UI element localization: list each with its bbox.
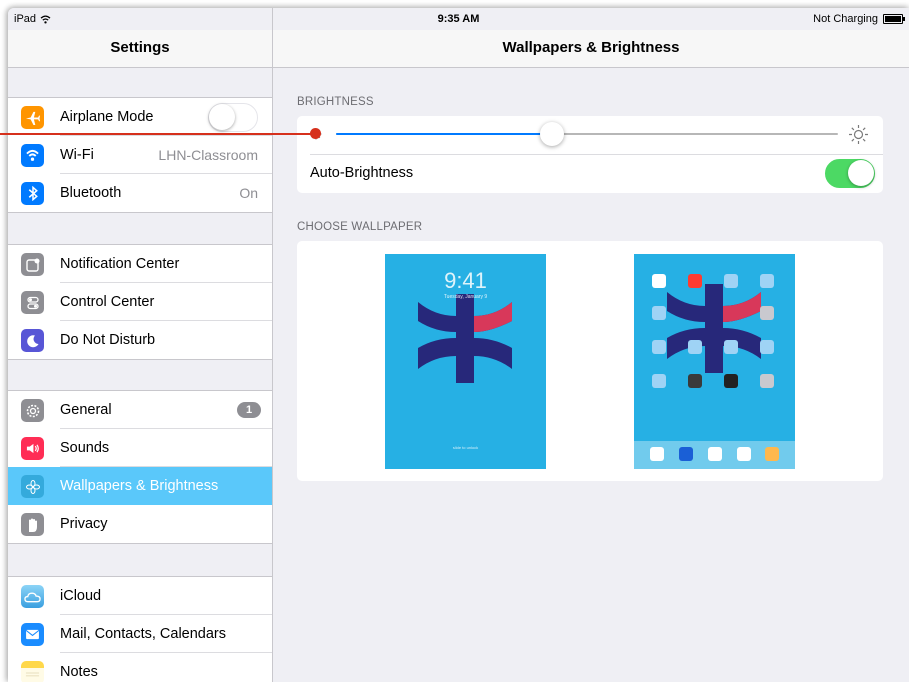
sidebar-item-wallpapers-brightness[interactable]: Wallpapers & Brightness: [8, 467, 272, 505]
sidebar-item-label: Control Center: [60, 294, 155, 310]
sidebar-item-sounds[interactable]: Sounds: [8, 429, 272, 467]
dock-app-icon: [708, 447, 722, 461]
dock-app-icon: [737, 447, 751, 461]
notification-center-icon: [21, 253, 44, 276]
settings-group-centers: Notification Center Control Center Do No…: [8, 244, 272, 360]
bright-sun-icon: [849, 125, 868, 144]
sidebar-item-general[interactable]: General 1: [8, 391, 272, 429]
sidebar-item-label: Wallpapers & Brightness: [60, 478, 219, 494]
auto-brightness-toggle[interactable]: [825, 159, 875, 188]
cloud-icon: [21, 585, 44, 608]
app-icon: [760, 274, 774, 288]
dock-app-icon: [679, 447, 693, 461]
settings-title: Settings: [110, 39, 170, 56]
speaker-icon: [21, 437, 44, 460]
dock-app-icon: [765, 447, 779, 461]
status-time: 9:35 AM: [437, 13, 480, 25]
app-icon: [688, 340, 702, 354]
battery-icon: [883, 14, 905, 24]
sidebar-item-label: Wi-Fi: [60, 147, 94, 163]
battery-status-text: Not Charging: [813, 13, 878, 25]
toggle-knob: [848, 160, 874, 186]
bluetooth-status-value: On: [239, 185, 258, 201]
ipad-screen: Settings Airplane Mode Wi-Fi LHN-Classro…: [8, 8, 909, 682]
sidebar-item-label: Airplane Mode: [60, 109, 154, 125]
wifi-network-value: LHN-Classroom: [158, 147, 258, 163]
gear-icon: [21, 399, 44, 422]
airplane-icon: [21, 106, 44, 129]
app-icon: [724, 340, 738, 354]
status-bar: iPad 9:35 AM Not Charging: [8, 8, 909, 30]
notes-icon: [21, 661, 44, 682]
detail-nav-bar: Wallpapers & Brightness: [273, 30, 909, 68]
sidebar-item-do-not-disturb[interactable]: Do Not Disturb: [8, 321, 272, 359]
brightness-slider-thumb[interactable]: [539, 122, 564, 146]
toggle-knob: [209, 104, 235, 130]
sidebar-item-label: Mail, Contacts, Calendars: [60, 626, 227, 642]
sidebar-item-label: Notification Center: [60, 256, 180, 272]
wallpapers-brightness-pane: Wallpapers & Brightness BRIGHTNESS Auto-…: [273, 8, 909, 682]
moon-icon: [21, 329, 44, 352]
sidebar-item-notification-center[interactable]: Notification Center: [8, 245, 272, 283]
airplane-mode-toggle[interactable]: [208, 103, 258, 132]
hand-icon: [21, 513, 44, 536]
bluetooth-icon: [21, 182, 44, 205]
app-icon: [652, 374, 666, 388]
wifi-icon: [21, 144, 44, 167]
photo-booth-app-icon: [688, 274, 702, 288]
settings-group-connectivity: Airplane Mode Wi-Fi LHN-Classroom Blueto…: [8, 97, 272, 213]
lock-screen-wallpaper-preview[interactable]: 9:41 Tuesday, January 9 slide to unlock: [385, 254, 546, 469]
sidebar-item-bluetooth[interactable]: Bluetooth On: [8, 174, 272, 212]
app-icon: [760, 374, 774, 388]
home-screen-wallpaper-preview[interactable]: [634, 254, 795, 469]
settings-sidebar: Settings Airplane Mode Wi-Fi LHN-Classro…: [8, 8, 273, 682]
flower-icon: [21, 475, 44, 498]
sidebar-item-wifi[interactable]: Wi-Fi LHN-Classroom: [8, 136, 272, 174]
brightness-card: Auto-Brightness: [297, 116, 883, 193]
sidebar-item-control-center[interactable]: Control Center: [8, 283, 272, 321]
app-icon: [652, 306, 666, 320]
brightness-divider: [310, 154, 883, 155]
lock-screen-time: 9:41: [444, 268, 487, 293]
app-icon: [688, 374, 702, 388]
sidebar-item-mail-contacts-calendars[interactable]: Mail, Contacts, Calendars: [8, 615, 272, 653]
sidebar-item-airplane-mode[interactable]: Airplane Mode: [8, 98, 272, 136]
clock-app-icon: [652, 274, 666, 288]
auto-brightness-label: Auto-Brightness: [310, 165, 414, 181]
sidebar-item-privacy[interactable]: Privacy: [8, 505, 272, 543]
envelope-icon: [21, 623, 44, 646]
app-icon: [652, 340, 666, 354]
app-icon: [760, 340, 774, 354]
sidebar-item-icloud[interactable]: iCloud: [8, 577, 272, 615]
settings-group-accounts: iCloud Mail, Contacts, Calendars Notes: [8, 576, 272, 682]
annotation-pointer-dot: [310, 128, 321, 139]
annotation-pointer-line: [0, 133, 313, 135]
brightness-section-header: BRIGHTNESS: [297, 96, 374, 108]
settings-group-general: General 1 Sounds Wallpapers & Brightness: [8, 390, 272, 544]
brightness-slider[interactable]: [336, 133, 838, 135]
sidebar-item-label: iCloud: [60, 588, 102, 604]
sidebar-item-label: Do Not Disturb: [60, 332, 156, 348]
general-update-badge: 1: [237, 402, 261, 418]
detail-title: Wallpapers & Brightness: [502, 39, 680, 56]
brightness-slider-fill: [336, 133, 552, 135]
wallpaper-section-header: CHOOSE WALLPAPER: [297, 221, 423, 233]
sidebar-item-label: Notes: [60, 664, 98, 680]
lock-screen-unlock-text: slide to unlock: [452, 445, 479, 450]
sidebar-item-label: Sounds: [60, 440, 110, 456]
sidebar-item-label: General: [60, 402, 112, 418]
app-icon: [724, 274, 738, 288]
control-center-icon: [21, 291, 44, 314]
app-icon: [760, 306, 774, 320]
sidebar-item-label: Bluetooth: [60, 185, 122, 201]
wallpaper-card: 9:41 Tuesday, January 9 slide to unlock: [297, 241, 883, 481]
dock-app-icon: [650, 447, 664, 461]
status-bar-right: Not Charging: [813, 13, 905, 25]
app-icon: [724, 374, 738, 388]
settings-nav-bar: Settings: [8, 30, 272, 68]
sidebar-item-label: Privacy: [60, 516, 108, 532]
lock-screen-date: Tuesday, January 9: [443, 294, 488, 300]
sidebar-item-notes[interactable]: Notes: [8, 653, 272, 682]
